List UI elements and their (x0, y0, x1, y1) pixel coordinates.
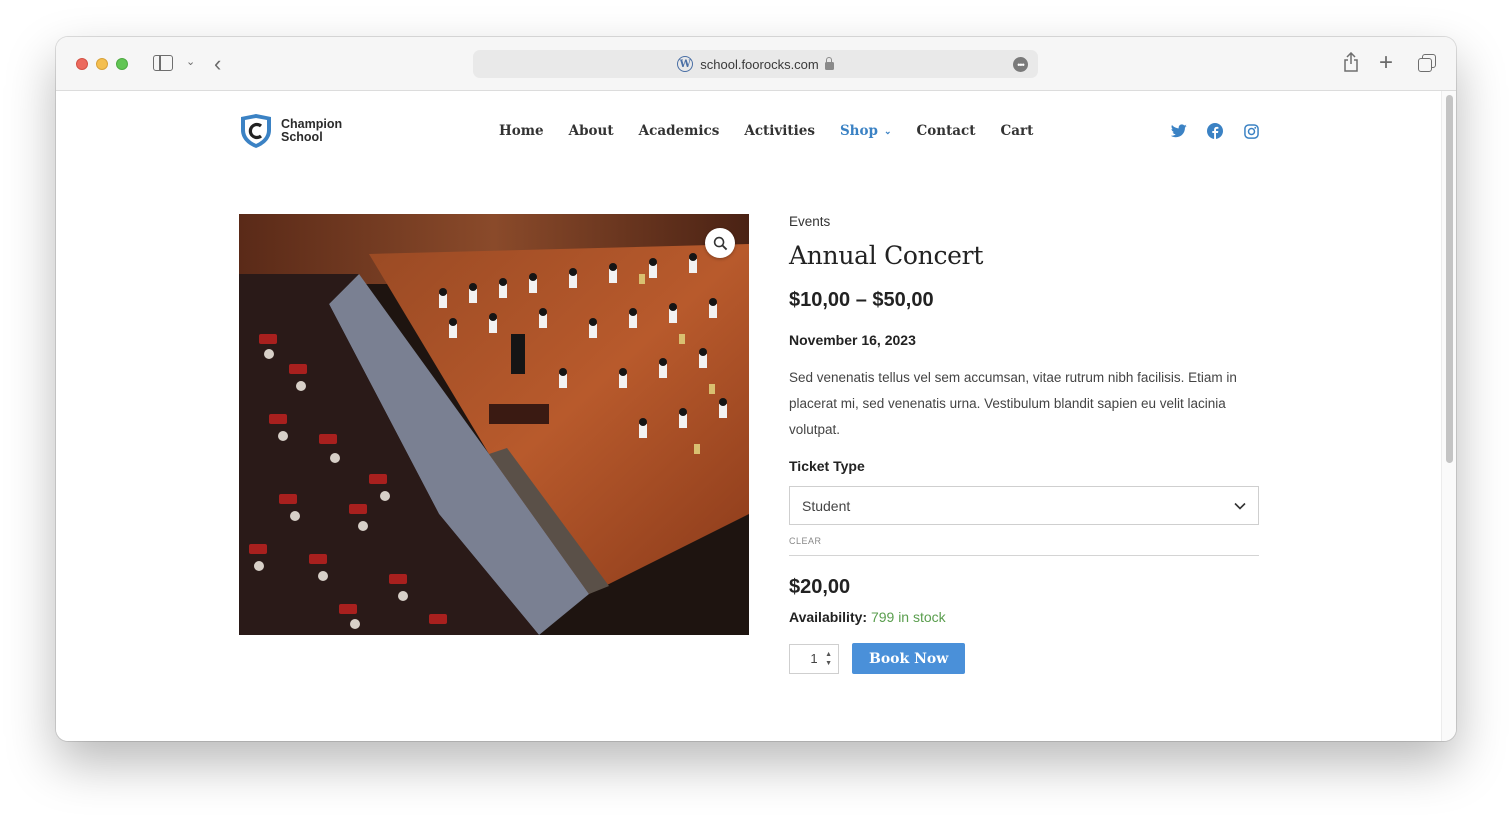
nav-item-home[interactable]: Home (499, 123, 544, 139)
ticket-type-label: Ticket Type (789, 458, 865, 474)
tab-overview-icon[interactable] (1418, 54, 1436, 72)
nav-item-academics[interactable]: Academics (639, 123, 720, 139)
quantity-value: 1 (810, 651, 818, 666)
nav-item-cart[interactable]: Cart (1001, 123, 1034, 139)
share-icon[interactable] (1343, 52, 1359, 72)
ticket-type-select[interactable]: Student (789, 486, 1259, 525)
magnifier-icon (713, 236, 727, 250)
main-navigation: Home About Academics Activities Shop ⌄ Co… (499, 123, 1033, 139)
scrollbar-thumb[interactable] (1446, 95, 1453, 463)
product-summary: Events Annual Concert $10,00 – $50,00 No… (789, 214, 1259, 674)
chevron-down-icon (1234, 502, 1246, 510)
address-bar[interactable]: W school.foorocks.com ••• (473, 50, 1038, 78)
ticket-type-value: Student (802, 497, 851, 514)
quantity-stepper[interactable]: 1 ▲ ▼ (789, 643, 839, 674)
availability-label: Availability: (789, 609, 868, 625)
new-tab-icon[interactable]: + (1379, 49, 1393, 77)
wordpress-icon: W (677, 56, 694, 72)
site-name: Champion School (281, 117, 343, 144)
product-category[interactable]: Events (789, 214, 1259, 229)
clear-selection-link[interactable]: CLEAR (789, 536, 1259, 546)
event-date: November 16, 2023 (789, 332, 916, 348)
web-page: Champion School Home About Academics Act… (56, 91, 1441, 741)
browser-toolbar: ⌄ ‹ W school.foorocks.com ••• + (56, 37, 1456, 91)
stock-status: 799 in stock (870, 609, 946, 625)
add-to-cart-row: 1 ▲ ▼ Book Now (789, 643, 1259, 674)
close-window-button[interactable] (76, 58, 88, 70)
facebook-icon[interactable] (1207, 123, 1223, 139)
instagram-icon[interactable] (1243, 123, 1259, 139)
more-options-icon[interactable]: ••• (1013, 57, 1028, 72)
product-image[interactable] (239, 214, 749, 635)
product-title: Annual Concert (789, 241, 984, 270)
twitter-icon[interactable] (1171, 123, 1187, 139)
zoom-window-button[interactable] (116, 58, 128, 70)
price-range: $10,00 – $50,00 (789, 289, 934, 311)
product-description: Sed venenatis tellus vel sem accumsan, v… (789, 370, 1237, 437)
variation-price: $20,00 (789, 576, 851, 598)
availability: Availability: 799 in stock (789, 609, 1259, 625)
site-logo[interactable]: Champion School (238, 113, 342, 149)
minimize-window-button[interactable] (96, 58, 108, 70)
chevron-down-icon: ⌄ (883, 127, 892, 137)
nav-item-contact[interactable]: Contact (917, 123, 976, 139)
nav-item-shop[interactable]: Shop ⌄ (840, 123, 892, 139)
sidebar-toggle-icon[interactable] (153, 55, 173, 71)
chevron-down-icon[interactable]: ⌄ (186, 55, 195, 68)
nav-item-activities[interactable]: Activities (744, 123, 815, 139)
shield-logo-icon (238, 113, 274, 149)
nav-item-about[interactable]: About (569, 123, 614, 139)
lock-icon (824, 57, 834, 70)
spinner-arrows-icon[interactable]: ▲ ▼ (825, 650, 832, 668)
zoom-button[interactable] (705, 228, 735, 258)
url-text: school.foorocks.com (700, 56, 819, 72)
back-arrow-icon[interactable]: ‹ (214, 51, 221, 77)
social-links (1171, 123, 1259, 139)
page-scrollbar[interactable] (1441, 91, 1456, 741)
divider (789, 555, 1259, 556)
browser-window: ⌄ ‹ W school.foorocks.com ••• + Champion (56, 37, 1456, 741)
book-now-button[interactable]: Book Now (852, 643, 966, 674)
